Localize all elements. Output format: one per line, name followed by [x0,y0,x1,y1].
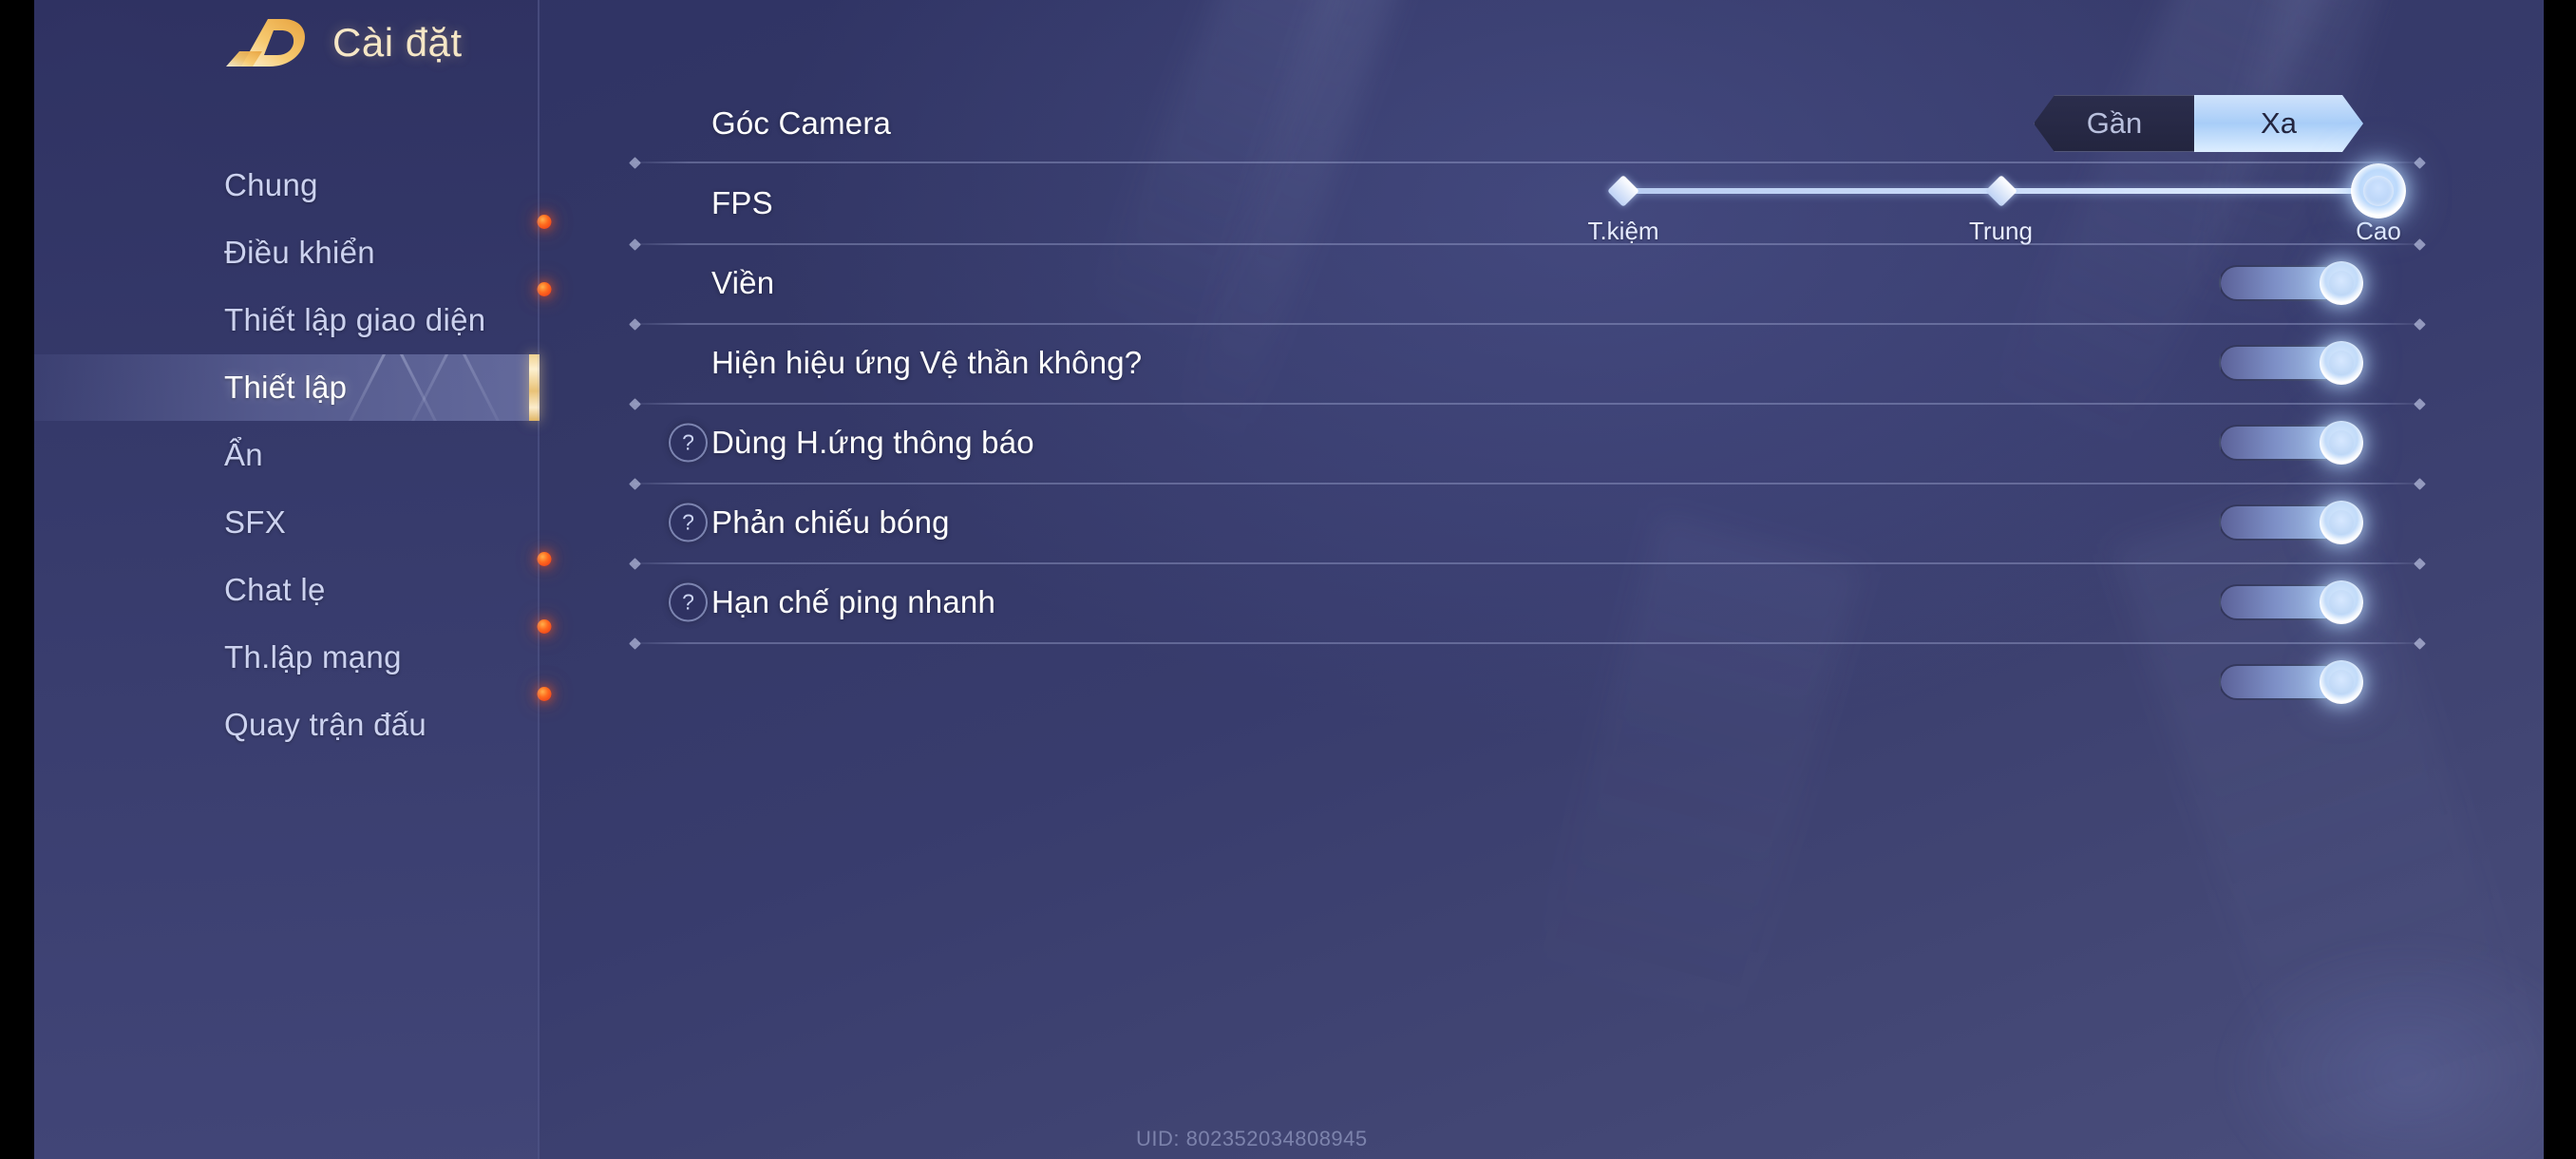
setting-row-edge: Viền [540,243,2544,323]
chevron-decoration [340,354,521,421]
toggle-knob [2320,580,2363,624]
edge-toggle[interactable] [2219,261,2363,305]
segment-near[interactable]: Gần [2034,95,2195,152]
sidebar-item-label: Chat lẹ [224,572,326,607]
sidebar-item-5[interactable]: SFX [34,489,540,556]
sidebar-item-label: Thiết lập giao diện [224,302,486,337]
question-mark-icon[interactable]: ? [669,582,708,622]
page-title: Cài đặt [332,20,463,65]
next-row-toggle[interactable] [2219,660,2363,704]
settings-content: Góc Camera Gần Xa FPS T.kiệm Trung Cao V… [540,0,2544,1159]
fps-tick-mid [1984,175,2017,207]
sidebar-item-7[interactable]: Th.lập mạng [34,624,540,691]
sidebar-item-1[interactable]: Điều khiển [34,219,540,286]
setting-row-guardian-effect: Hiện hiệu ứng Vệ thần không? [540,323,2544,403]
sidebar-item-label: SFX [224,504,287,540]
shadow-reflection-label: Phản chiếu bóng [711,504,950,540]
fps-slider[interactable]: T.kiệm Trung Cao [1587,163,2406,245]
uid-label: UID: 802352034808945 [1136,1127,1368,1150]
notification-effect-label: Dùng H.ứng thông báo [711,425,1034,460]
camera-angle-label: Góc Camera [711,105,892,141]
game-settings-screen: Cài đặt Chung Điều khiển Thiết lập giao di… [34,0,2544,1159]
limit-fast-ping-label: Hạn chế ping nhanh [711,584,996,619]
sidebar-item-label: Thiết lập [224,370,348,405]
setting-row-limit-fast-ping: ? Hạn chế ping nhanh [540,562,2544,642]
guardian-effect-toggle[interactable] [2219,341,2363,385]
sidebar-item-4[interactable]: Ẩn [34,422,540,488]
sidebar-item-label: Chung [224,167,318,202]
sidebar-nav: Chung Điều khiển Thiết lập giao diện Thiết … [34,152,540,759]
app-root: Cài đặt Chung Điều khiển Thiết lập giao di… [0,0,2576,1159]
sidebar-item-6[interactable]: Chat lẹ [34,557,540,623]
sidebar: Cài đặt Chung Điều khiển Thiết lập giao di… [34,0,552,1159]
d-monogram-logo-icon [224,13,308,72]
toggle-knob [2320,501,2363,544]
guardian-effect-label: Hiện hiệu ứng Vệ thần không? [711,345,1143,380]
fps-tick-label-low: T.kiệm [1587,217,1659,245]
brand-header: Cài đặt [34,0,540,86]
sidebar-item-3[interactable]: Thiết lập [34,354,540,421]
question-mark-icon[interactable]: ? [669,503,708,542]
toggle-knob [2320,261,2363,305]
sidebar-item-label: Ẩn [224,437,263,472]
fps-tick-label-mid: Trung [1969,217,2033,245]
setting-row-notification-effect: ? Dùng H.ứng thông báo [540,403,2544,483]
toggle-knob [2320,421,2363,465]
setting-row-shadow-reflection: ? Phản chiếu bóng [540,483,2544,562]
sidebar-item-label: Th.lập mạng [224,639,402,674]
sidebar-item-8[interactable]: Quay trận đấu [34,692,540,758]
setting-row-next-partial [540,642,2544,722]
setting-row-fps: FPS T.kiệm Trung Cao [540,163,2544,245]
sidebar-item-2[interactable]: Thiết lập giao diện [34,287,540,353]
toggle-knob [2320,341,2363,385]
fps-tick-label-high: Cao [2356,217,2401,245]
shadow-reflection-toggle[interactable] [2219,501,2363,544]
sidebar-item-label: Điều khiển [224,235,375,270]
sidebar-item-0[interactable]: Chung [34,152,540,218]
segment-far[interactable]: Xa [2194,95,2363,152]
camera-angle-segmented-control[interactable]: Gần Xa [2034,95,2363,152]
fps-slider-thumb[interactable] [2351,163,2406,218]
fps-tick-low [1607,175,1639,207]
notification-effect-toggle[interactable] [2219,421,2363,465]
fps-label: FPS [711,185,773,220]
sidebar-item-label: Quay trận đấu [224,707,427,742]
edge-label: Viền [711,265,775,300]
question-mark-icon[interactable]: ? [669,423,708,463]
limit-fast-ping-toggle[interactable] [2219,580,2363,624]
setting-row-camera-angle: Góc Camera Gần Xa [540,84,2544,163]
toggle-knob [2320,660,2363,704]
